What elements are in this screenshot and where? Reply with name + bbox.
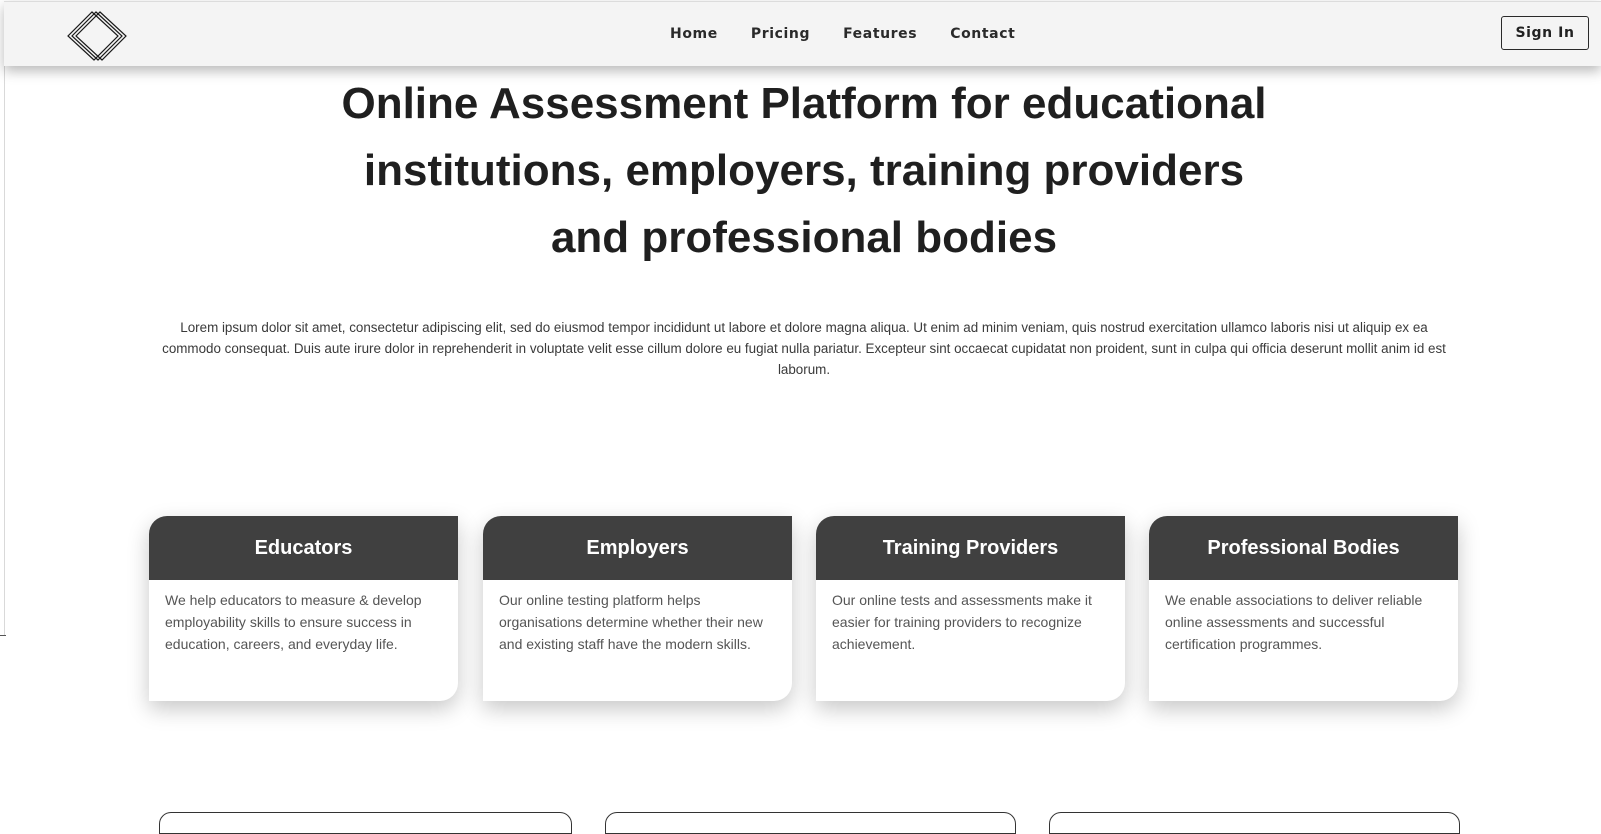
nav-link-features[interactable]: Features: [843, 26, 917, 42]
hero-title-line-2: institutions, employers, training provid…: [363, 146, 1245, 195]
lower-section-card: [1049, 812, 1460, 834]
page-left-border: [4, 64, 5, 636]
nav-link-home[interactable]: Home: [670, 26, 718, 42]
card-training-providers[interactable]: Training Providers Our online tests and …: [816, 516, 1125, 701]
card-title: Training Providers: [816, 516, 1125, 580]
hero-title-line-1: Online Assessment Platform for education…: [341, 79, 1267, 128]
nav-link-pricing[interactable]: Pricing: [751, 26, 810, 42]
main-nav: Home Pricing Features Contact: [670, 2, 1048, 66]
card-title: Employers: [483, 516, 792, 580]
hero-description: Lorem ipsum dolor sit amet, consectetur …: [162, 320, 1446, 377]
sign-in-button[interactable]: Sign In: [1501, 16, 1589, 50]
card-text: Our online testing platform helps organi…: [499, 592, 763, 652]
card-title: Professional Bodies: [1149, 516, 1458, 580]
card-text: We enable associations to deliver reliab…: [1165, 592, 1423, 652]
card-professional-bodies[interactable]: Professional Bodies We enable associatio…: [1149, 516, 1458, 701]
card-text: We help educators to measure & develop e…: [165, 592, 422, 652]
hero-title: Online Assessment Platform for education…: [300, 70, 1308, 271]
lower-section-card: [605, 812, 1016, 834]
page-left-tick: [0, 635, 6, 636]
card-educators[interactable]: Educators We help educators to measure &…: [149, 516, 458, 701]
hero-title-line-3: and professional bodies: [550, 213, 1058, 262]
nav-link-contact[interactable]: Contact: [950, 26, 1015, 42]
card-title: Educators: [149, 516, 458, 580]
diamond-layers-logo-icon[interactable]: [62, 8, 132, 62]
lower-section-card: [159, 812, 572, 834]
card-employers[interactable]: Employers Our online testing platform he…: [483, 516, 792, 701]
card-text: Our online tests and assessments make it…: [832, 592, 1092, 652]
top-navbar: Home Pricing Features Contact Sign In: [4, 1, 1601, 66]
